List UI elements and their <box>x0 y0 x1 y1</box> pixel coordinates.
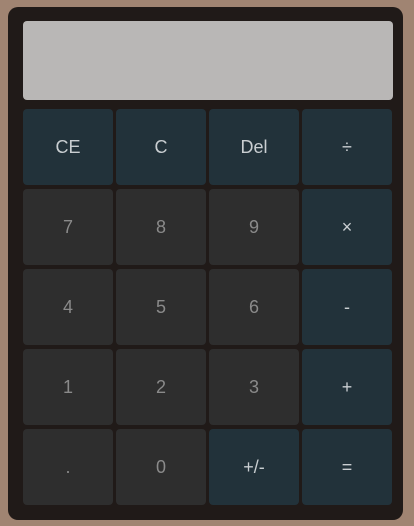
digit-3-button[interactable]: 3 <box>209 349 299 425</box>
decimal-button[interactable]: . <box>23 429 113 505</box>
digit-1-button[interactable]: 1 <box>23 349 113 425</box>
equals-button[interactable]: = <box>302 429 392 505</box>
multiply-button[interactable]: × <box>302 189 392 265</box>
subtract-button[interactable]: - <box>302 269 392 345</box>
calculator: CE C Del ÷ 7 8 9 × 4 5 6 - 1 2 3 + . 0 +… <box>8 7 403 520</box>
keypad: CE C Del ÷ 7 8 9 × 4 5 6 - 1 2 3 + . 0 +… <box>23 109 394 505</box>
negate-button[interactable]: +/- <box>209 429 299 505</box>
digit-9-button[interactable]: 9 <box>209 189 299 265</box>
divide-button[interactable]: ÷ <box>302 109 392 185</box>
delete-button[interactable]: Del <box>209 109 299 185</box>
add-button[interactable]: + <box>302 349 392 425</box>
calculator-display <box>23 21 393 100</box>
digit-8-button[interactable]: 8 <box>116 189 206 265</box>
digit-7-button[interactable]: 7 <box>23 189 113 265</box>
digit-2-button[interactable]: 2 <box>116 349 206 425</box>
digit-0-button[interactable]: 0 <box>116 429 206 505</box>
digit-5-button[interactable]: 5 <box>116 269 206 345</box>
digit-6-button[interactable]: 6 <box>209 269 299 345</box>
clear-entry-button[interactable]: CE <box>23 109 113 185</box>
clear-button[interactable]: C <box>116 109 206 185</box>
digit-4-button[interactable]: 4 <box>23 269 113 345</box>
